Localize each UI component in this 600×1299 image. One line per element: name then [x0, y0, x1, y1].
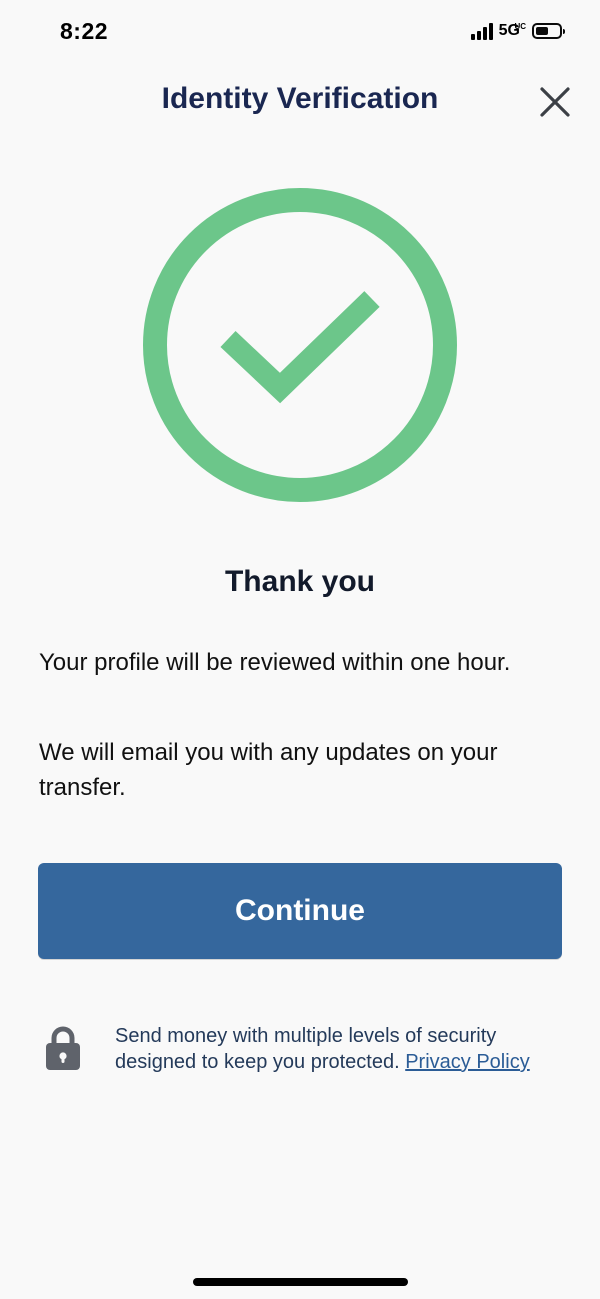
network-suffix: UC	[514, 22, 526, 31]
close-button[interactable]	[533, 80, 577, 124]
email-message: We will email you with any updates on yo…	[39, 739, 498, 801]
status-time: 8:22	[60, 18, 109, 44]
thank-you-heading: Thank you	[224, 565, 375, 598]
privacy-policy-link[interactable]: Privacy Policy	[405, 1051, 529, 1073]
battery-fill	[536, 27, 548, 35]
status-icons: 5G UC	[470, 22, 565, 40]
continue-button[interactable]: Continue	[38, 863, 562, 959]
signal-icon	[470, 22, 493, 40]
network-indicator: 5G UC	[499, 22, 526, 40]
review-message: Your profile will be reviewed within one…	[39, 649, 511, 676]
security-note: Send money with multiple levels of secur…	[115, 1023, 570, 1075]
close-icon[interactable]	[539, 86, 571, 118]
lock-icon	[46, 1026, 80, 1070]
page-title: Identity Verification	[161, 82, 439, 115]
battery-icon	[532, 23, 565, 39]
status-bar: 8:22 5G UC	[0, 0, 600, 66]
check-circle-icon	[143, 188, 457, 502]
home-indicator	[193, 1278, 408, 1286]
